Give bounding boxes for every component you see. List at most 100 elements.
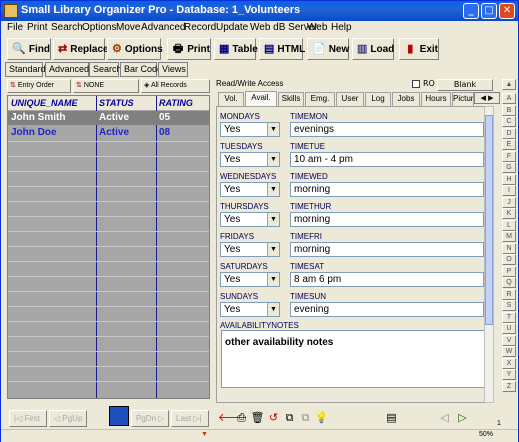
report-icon[interactable]: ▤ [384,410,399,425]
alphabet-letter-i[interactable]: I [502,185,516,196]
delete-icon[interactable]: 🗑 [250,410,265,425]
menu-search[interactable]: Search [51,22,83,33]
alphabet-letter-k[interactable]: K [502,208,516,219]
alphabet-letter-v[interactable]: V [502,334,516,346]
alphabet-letter-j[interactable]: J [502,196,516,208]
tab-scroll-buttons[interactable]: ◀ ▶ [474,92,500,104]
maximize-button[interactable]: □ [481,3,497,19]
none-filter-button[interactable]: ⇅ NONE [73,79,139,93]
tab-skills[interactable]: Skills [278,92,304,106]
alphabet-letter-l[interactable]: L [502,219,516,231]
tab-vol[interactable]: Vol. [218,92,244,106]
menu-web[interactable]: Web [307,22,327,33]
new-button[interactable]: 📄 New [307,38,349,60]
tuesdays-dropdown[interactable]: Yes ▼ [220,152,280,167]
load-button[interactable]: ▥ Load [352,38,394,60]
read-only-checkbox[interactable] [412,80,420,88]
tab-log[interactable]: Log [365,92,391,106]
last-record-button[interactable]: Last ▷| [171,410,209,427]
exit-button[interactable]: ▮ Exit [399,38,439,60]
html-button[interactable]: ▤ HTML [259,38,305,60]
fridays-dropdown[interactable]: Yes ▼ [220,242,280,257]
find-button[interactable]: 🔍 Find [7,38,51,60]
form-scrollbar[interactable] [484,106,494,403]
entry-order-button[interactable]: ⇅ Entry Order [7,79,71,93]
blank-button[interactable]: Blank [437,79,493,91]
menu-options[interactable]: Options [82,22,116,33]
alphabet-letter-w[interactable]: W [502,346,516,357]
alphabet-letter-b[interactable]: B [502,104,516,116]
scrollbar-thumb[interactable] [485,115,493,325]
tab-bar-code[interactable]: Bar Code [120,62,162,77]
alphabet-letter-q[interactable]: Q [502,277,516,288]
close-button[interactable]: ✕ [499,3,515,19]
alphabet-letter-e[interactable]: E [502,139,516,150]
alphabet-letter-o[interactable]: O [502,254,516,265]
menu-print[interactable]: Print [27,22,48,33]
tab-search[interactable]: Search [89,62,122,77]
alphabet-letter-d[interactable]: D [502,127,516,139]
alphabet-letter-r[interactable]: R [502,288,516,300]
tab-jobs[interactable]: Jobs [392,92,420,106]
alphabet-letter-c[interactable]: C [502,116,516,127]
alphabet-letter-a[interactable]: A [502,93,516,104]
column-header-rating[interactable]: RATING [159,98,193,108]
print-record-icon[interactable]: ⎙ [234,410,249,425]
menu-record[interactable]: Record [184,22,216,33]
availability-notes-textarea[interactable]: other availability notes [221,330,488,388]
page-down-button[interactable]: PgDn ▷ [131,410,169,427]
tab-emg[interactable]: Emg. [305,92,335,106]
alphabet-letter-t[interactable]: T [502,311,516,323]
alphabet-letter-p[interactable]: P [502,265,516,277]
bulb-icon[interactable]: 💡 [314,410,329,425]
saturdays-dropdown[interactable]: Yes ▼ [220,272,280,287]
alphabet-letter-m[interactable]: M [502,231,516,242]
previous-icon[interactable]: ◁ [437,410,452,425]
first-record-button[interactable]: |◁ First [9,410,47,427]
tab-advanced[interactable]: Advanced [45,62,89,77]
wednesdays-dropdown[interactable]: Yes ▼ [220,182,280,197]
replace-button[interactable]: ⇄ Replace [53,38,109,60]
minimize-button[interactable]: _ [463,3,479,19]
timewed-input[interactable]: morning [290,182,484,197]
alphabet-letter-s[interactable]: S [502,300,516,311]
timetue-input[interactable]: 10 am - 4 pm [290,152,484,167]
back-arrow-icon[interactable]: 🡐 [218,410,248,425]
alphabet-letter-f[interactable]: F [502,150,516,162]
record-navigator-icon[interactable] [109,406,129,426]
scroll-up-icon[interactable]: ▲ [502,79,516,90]
alphabet-letter-x[interactable]: X [502,357,516,369]
table-row[interactable]: John Smith Active 05 [8,111,209,125]
timefri-input[interactable]: morning [290,242,484,257]
menu-help[interactable]: Help [331,22,352,33]
column-header-status[interactable]: STATUS [99,98,134,108]
tab-picture[interactable]: Picture [452,92,474,106]
table-row[interactable]: John Doe Active 08 [8,126,209,140]
paste-record-icon[interactable]: ⧉ [298,410,313,425]
timemon-input[interactable]: evenings [290,122,484,137]
page-up-button[interactable]: ◁ PgUp [49,410,87,427]
alphabet-letter-z[interactable]: Z [502,380,516,392]
thursdays-dropdown[interactable]: Yes ▼ [220,212,280,227]
next-icon[interactable]: ▷ [455,410,470,425]
tab-avail[interactable]: Avail. [245,91,277,106]
table-button[interactable]: ▦ Table [214,38,258,60]
column-header-unique-name[interactable]: UNIQUE_NAME [11,98,78,108]
timethur-input[interactable]: morning [290,212,484,227]
tab-hours[interactable]: Hours [421,92,451,106]
alphabet-letter-h[interactable]: H [502,173,516,185]
timesun-input[interactable]: evening [290,302,484,317]
alphabet-letter-u[interactable]: U [502,323,516,334]
print-button[interactable]: 🖶 Print [167,38,211,60]
undo-icon[interactable]: ↺ [266,410,281,425]
tab-user[interactable]: User [336,92,364,106]
all-records-button[interactable]: ◈ All Records [141,79,210,93]
mondays-dropdown[interactable]: Yes ▼ [220,122,280,137]
alphabet-letter-y[interactable]: Y [502,369,516,380]
copy-record-icon[interactable]: ⧉ [282,410,297,425]
tab-standard[interactable]: Standard [5,62,46,77]
tab-views[interactable]: Views [158,62,188,77]
sundays-dropdown[interactable]: Yes ▼ [220,302,280,317]
menu-update[interactable]: Update [216,22,248,33]
timesat-input[interactable]: 8 am 6 pm [290,272,484,287]
